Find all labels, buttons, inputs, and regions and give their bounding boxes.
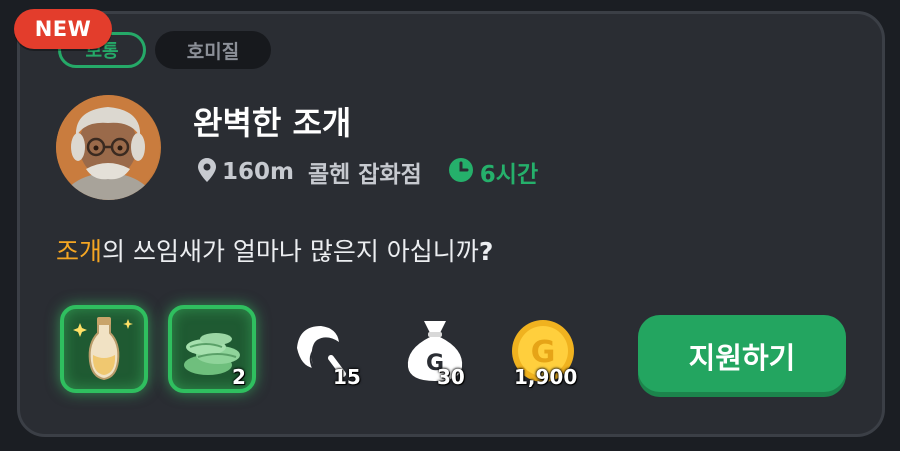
question-text: 의 쓰임새가 얼마나 많은지 아십니까 (102, 237, 479, 266)
quest-shop: 콜헨 잡화점 (307, 162, 422, 188)
feather-count: 15 (333, 365, 361, 389)
new-badge: NEW (14, 9, 112, 49)
category-tag: 호미질 (155, 31, 271, 69)
question-mark: ? (478, 237, 494, 266)
clock-icon (448, 157, 474, 187)
apply-button[interactable]: 지원하기 (638, 315, 846, 397)
potion-icon (73, 317, 133, 381)
reward-potion-slot[interactable] (60, 305, 148, 393)
question-keyword: 조개 (56, 237, 103, 266)
quest-distance: 160m (222, 159, 294, 185)
stones-count: 2 (232, 365, 246, 389)
quest-title: 완벽한 조개 (193, 104, 352, 142)
quest-meta: 160m 콜헨 잡화점 6시간 (198, 155, 538, 189)
money-bag-count: 30 (437, 365, 465, 389)
location-pin-icon (198, 158, 216, 186)
npc-avatar (56, 95, 161, 200)
gold-count: 1,900 (514, 365, 578, 389)
quest-duration: 6시간 (479, 162, 539, 188)
quest-question: 조개의 쓰임새가 얼마나 많은지 아십니까? (56, 232, 493, 268)
